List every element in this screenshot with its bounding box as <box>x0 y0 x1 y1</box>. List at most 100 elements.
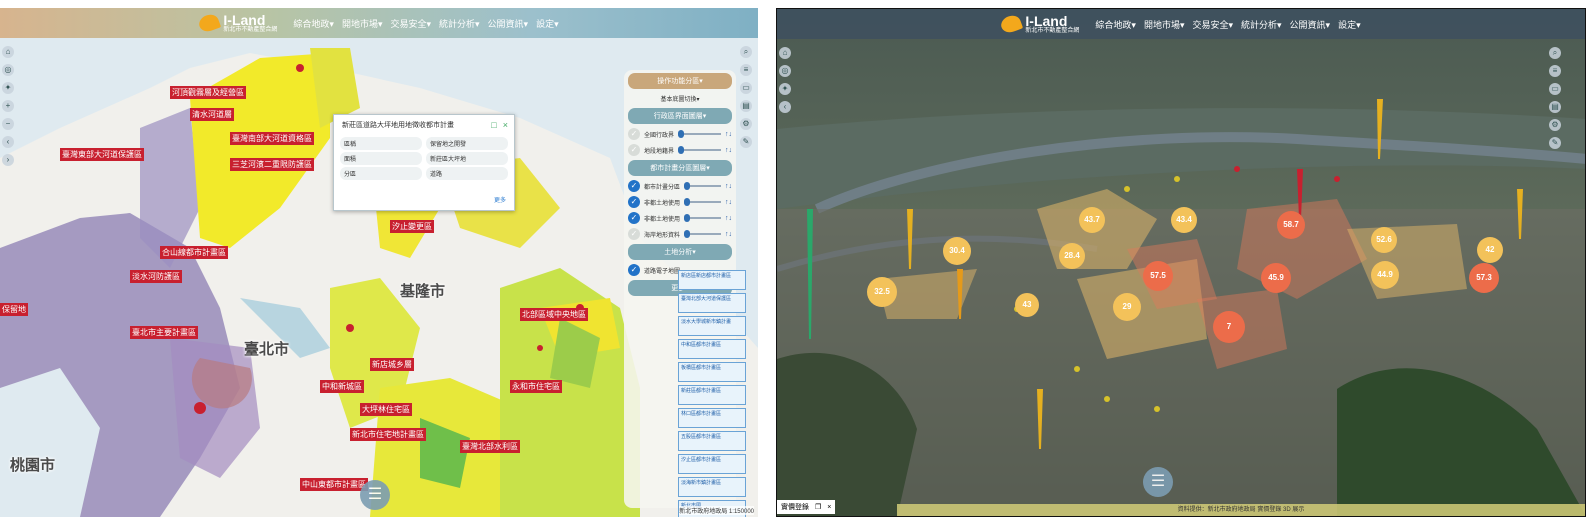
home-icon[interactable]: ⌂ <box>779 47 791 59</box>
checkbox[interactable]: ✓ <box>628 264 640 276</box>
layer-toggle[interactable]: ✓ 都市計畫分區 ↑↓ <box>628 180 732 192</box>
plan-list-item[interactable]: 板橋區都市計畫區 <box>678 362 746 382</box>
checkbox[interactable]: ✓ <box>628 212 640 224</box>
menu-item[interactable]: 統計分析▾ <box>439 17 480 30</box>
cluster-marker[interactable]: 57.3 <box>1469 263 1499 293</box>
opacity-slider[interactable] <box>684 198 721 206</box>
menu-item[interactable]: 開地市場▾ <box>1144 18 1185 31</box>
cluster-marker[interactable]: 7 <box>1213 311 1245 343</box>
cluster-marker[interactable]: 58.7 <box>1277 211 1305 239</box>
menu-item[interactable]: 交易安全▾ <box>390 17 431 30</box>
menu-item[interactable]: 綜合地政▾ <box>293 17 334 30</box>
reorder-icon[interactable]: ↑↓ <box>725 183 732 190</box>
3d-scene[interactable] <box>777 9 1586 517</box>
section-header[interactable]: 都市計畫分區圖層▾ <box>628 160 732 176</box>
cluster-marker[interactable]: 43.7 <box>1079 207 1105 233</box>
menu-item[interactable]: 公開資訊▾ <box>1290 18 1331 31</box>
menu-item[interactable]: 設定▾ <box>536 17 559 30</box>
reorder-icon[interactable]: ↑↓ <box>725 215 732 222</box>
plan-list-item[interactable]: 中和區都市計畫區 <box>678 339 746 359</box>
section-header[interactable]: 操作功能分區▾ <box>628 73 732 89</box>
print-icon[interactable]: ▤ <box>740 100 752 112</box>
cluster-marker[interactable]: 29 <box>1113 293 1141 321</box>
plan-list-item[interactable]: 淡水大學城新市鎮計畫 <box>678 316 746 336</box>
section-header[interactable]: 行政區界面圖層▾ <box>628 108 732 124</box>
edit-icon[interactable]: ✎ <box>740 136 752 148</box>
app-logo[interactable]: I-Land 新北市不動產整合網 <box>999 13 1079 35</box>
layer-toggle[interactable]: ✓ 地段地籍界 ↑↓ <box>628 144 732 156</box>
close-icon[interactable]: × <box>503 120 508 130</box>
home-icon[interactable]: ⌂ <box>2 46 14 58</box>
zoom-out-icon[interactable]: − <box>2 118 14 130</box>
layers-icon[interactable]: ≡ <box>740 64 752 76</box>
menu-fab-button[interactable]: ☰ <box>360 480 390 510</box>
reorder-icon[interactable]: ↑↓ <box>725 131 732 138</box>
menu-fab-button[interactable]: ☰ <box>1143 467 1173 497</box>
cluster-marker[interactable]: 45.9 <box>1261 263 1291 293</box>
cluster-marker[interactable]: 30.4 <box>943 237 971 265</box>
menu-item[interactable]: 設定▾ <box>1338 18 1361 31</box>
plan-list-item[interactable]: 新莊區都市計畫區 <box>678 385 746 405</box>
opacity-slider[interactable] <box>684 230 721 238</box>
app-logo[interactable]: I-Land 新北市不動產整合網 <box>197 12 277 34</box>
edit-icon[interactable]: ✎ <box>1549 137 1561 149</box>
back-icon[interactable]: ‹ <box>2 136 14 148</box>
cluster-marker[interactable]: 52.6 <box>1371 227 1397 253</box>
cluster-marker[interactable]: 42 <box>1477 237 1503 263</box>
opacity-slider[interactable] <box>684 214 721 222</box>
reorder-icon[interactable]: ↑↓ <box>725 199 732 206</box>
close-icon[interactable]: × <box>827 504 831 511</box>
basemap-switch[interactable]: 基本底圖切換▾ <box>624 92 736 105</box>
opacity-slider[interactable] <box>678 130 721 138</box>
left-map-panel[interactable]: 河頂觀霧層及經營區 清水河道層 臺灣南部大河道資格區 三芝河濱二重限防護區 合山… <box>0 8 758 517</box>
maximize-icon[interactable]: □ <box>491 120 496 130</box>
forward-icon[interactable]: › <box>2 154 14 166</box>
opacity-slider[interactable] <box>678 146 721 154</box>
plan-list-item[interactable]: 新店區新店都市計畫區 <box>678 270 746 290</box>
locate-icon[interactable]: ◎ <box>779 65 791 77</box>
reorder-icon[interactable]: ↑↓ <box>725 147 732 154</box>
checkbox[interactable]: ✓ <box>628 228 640 240</box>
checkbox[interactable]: ✓ <box>628 196 640 208</box>
checkbox[interactable]: ✓ <box>628 128 640 140</box>
checkbox[interactable]: ✓ <box>628 180 640 192</box>
menu-item[interactable]: 交易安全▾ <box>1192 18 1233 31</box>
right-3d-panel[interactable]: 43.7 43.4 58.7 30.4 28.4 52.6 42 32.5 57… <box>776 8 1586 517</box>
cluster-marker[interactable]: 44.9 <box>1371 261 1399 289</box>
opacity-slider[interactable] <box>684 182 721 190</box>
layer-toggle[interactable]: ✓ 非都土地使用 ↑↓ <box>628 196 732 208</box>
cluster-marker[interactable]: 57.5 <box>1143 261 1173 291</box>
menu-item[interactable]: 開地市場▾ <box>342 17 383 30</box>
plan-list-item[interactable]: 臺灣北部大河道保護區 <box>678 293 746 313</box>
section-header[interactable]: 土地分析▾ <box>628 244 732 260</box>
measure-icon[interactable]: ▭ <box>1549 83 1561 95</box>
zoom-in-icon[interactable]: + <box>2 100 14 112</box>
layer-toggle[interactable]: ✓ 海岸地形資料 ↑↓ <box>628 228 732 240</box>
print-icon[interactable]: ▤ <box>1549 101 1561 113</box>
settings-icon[interactable]: ⚙ <box>740 118 752 130</box>
popup-more-link[interactable]: 更多 <box>494 195 506 204</box>
plan-list-item[interactable]: 淡海新市鎮計畫區 <box>678 477 746 497</box>
locate-icon[interactable]: ◎ <box>2 64 14 76</box>
cluster-marker[interactable]: 43.4 <box>1171 207 1197 233</box>
plan-list-item[interactable]: 林口區都市計畫區 <box>678 408 746 428</box>
checkbox[interactable]: ✓ <box>628 144 640 156</box>
search-icon[interactable]: ⌕ <box>740 46 752 58</box>
compass-icon[interactable]: ✦ <box>2 82 14 94</box>
reorder-icon[interactable]: ↑↓ <box>725 231 732 238</box>
menu-item[interactable]: 綜合地政▾ <box>1095 18 1136 31</box>
settings-icon[interactable]: ⚙ <box>1549 119 1561 131</box>
compass-icon[interactable]: ✦ <box>779 83 791 95</box>
cluster-marker[interactable]: 32.5 <box>867 277 897 307</box>
copy-icon[interactable]: ❐ <box>815 503 821 511</box>
layer-toggle[interactable]: ✓ 非都土地使用 ↑↓ <box>628 212 732 224</box>
plan-list-item[interactable]: 汐止區都市計畫區 <box>678 454 746 474</box>
cluster-marker[interactable]: 43 <box>1015 293 1039 317</box>
cluster-marker[interactable]: 28.4 <box>1059 243 1085 269</box>
bottom-tab[interactable]: 實價登錄 ❐ × <box>777 500 836 514</box>
search-icon[interactable]: ⌕ <box>1549 47 1561 59</box>
back-icon[interactable]: ‹ <box>779 101 791 113</box>
plan-list-item[interactable]: 五股區都市計畫區 <box>678 431 746 451</box>
measure-icon[interactable]: ▭ <box>740 82 752 94</box>
menu-item[interactable]: 統計分析▾ <box>1241 18 1282 31</box>
